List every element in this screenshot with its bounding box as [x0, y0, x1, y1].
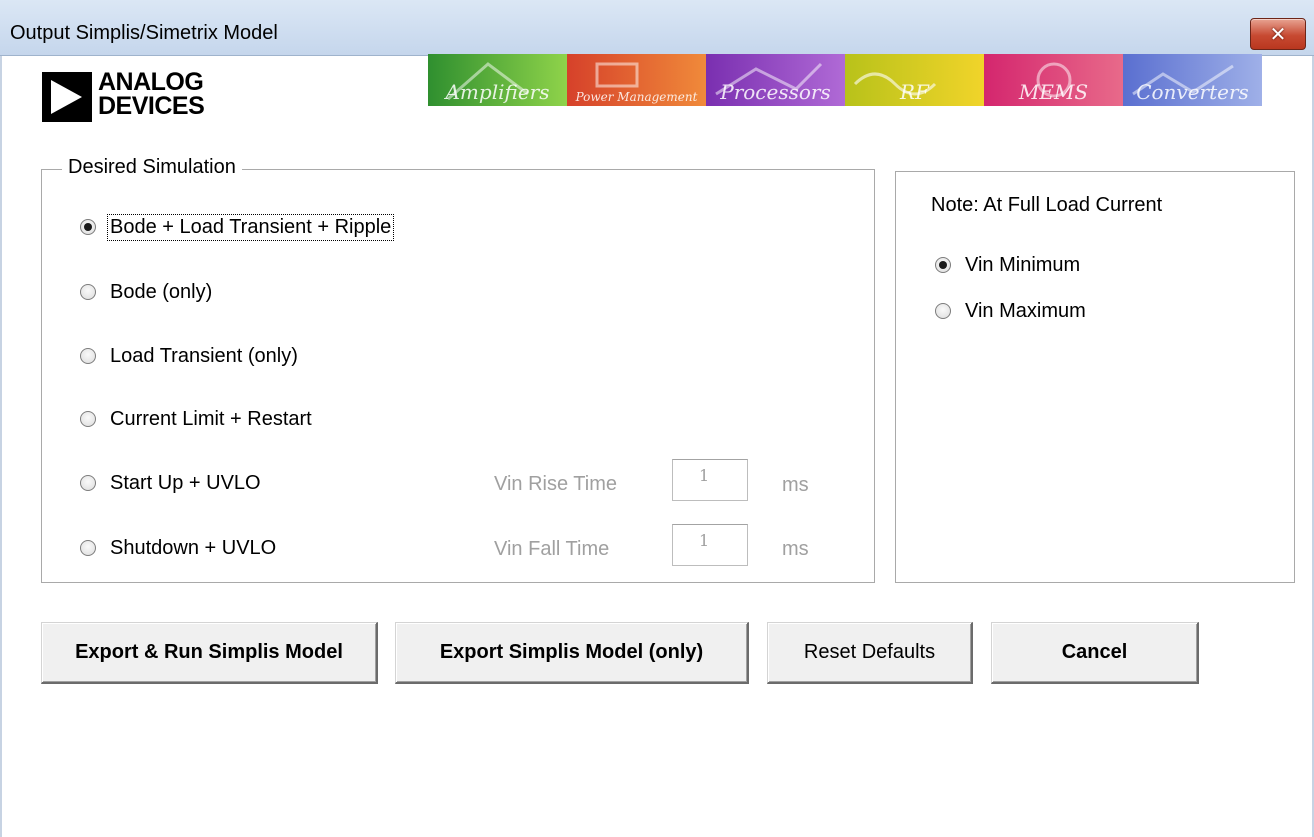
- radio-load-transient-only[interactable]: Load Transient (only): [80, 341, 298, 371]
- logo-triangle-icon: [42, 72, 92, 122]
- vin-fall-time-input[interactable]: 1: [672, 524, 748, 566]
- radio-checked-icon[interactable]: [935, 257, 951, 273]
- reset-defaults-button[interactable]: Reset Defaults: [767, 622, 973, 684]
- product-banner: Amplifiers Power Management Processors R…: [428, 54, 1262, 106]
- banner-label-power: Power Management: [575, 90, 698, 104]
- radio-unchecked-icon[interactable]: [80, 411, 96, 427]
- window-border-left: [0, 56, 2, 837]
- analog-devices-logo: ANALOG DEVICES: [42, 70, 242, 122]
- logo-text: ANALOG DEVICES: [98, 68, 205, 120]
- banner-label-amplifiers: Amplifiers: [445, 80, 550, 104]
- desired-simulation-legend: Desired Simulation: [62, 156, 242, 179]
- radio-label: Current Limit + Restart: [110, 407, 312, 430]
- radio-label: Load Transient (only): [110, 344, 298, 367]
- radio-bode-load-ripple[interactable]: Bode + Load Transient + Ripple: [80, 212, 395, 242]
- banner-label-converters: Converters: [1136, 80, 1249, 104]
- radio-unchecked-icon[interactable]: [80, 348, 96, 364]
- title-bar: Output Simplis/Simetrix Model ✕: [0, 0, 1314, 56]
- vin-rise-time-unit: ms: [782, 474, 809, 496]
- vin-fall-time-label: Vin Fall Time: [494, 538, 610, 560]
- close-icon: ✕: [1269, 22, 1287, 46]
- radio-vin-minimum[interactable]: Vin Minimum: [935, 250, 1080, 280]
- banner-label-processors: Processors: [720, 80, 831, 104]
- radio-label: Vin Maximum: [965, 299, 1086, 322]
- radio-label: Bode + Load Transient + Ripple: [107, 213, 395, 241]
- banner-label-rf: RF: [900, 80, 929, 104]
- export-only-button[interactable]: Export Simplis Model (only): [395, 622, 749, 684]
- full-load-note: Note: At Full Load Current: [931, 194, 1163, 216]
- logo-line-2: DEVICES: [98, 92, 205, 120]
- radio-current-limit-restart[interactable]: Current Limit + Restart: [80, 404, 312, 434]
- radio-vin-maximum[interactable]: Vin Maximum: [935, 296, 1086, 326]
- radio-unchecked-icon[interactable]: [80, 475, 96, 491]
- banner-segment-processors: Processors: [706, 54, 845, 106]
- vin-rise-time-input[interactable]: 1: [672, 459, 748, 501]
- cancel-button[interactable]: Cancel: [991, 622, 1199, 684]
- banner-segment-converters: Converters: [1123, 54, 1262, 106]
- radio-unchecked-icon[interactable]: [80, 540, 96, 556]
- radio-label: Shutdown + UVLO: [110, 536, 277, 559]
- window-title: Output Simplis/Simetrix Model: [10, 22, 278, 44]
- radio-unchecked-icon[interactable]: [80, 284, 96, 300]
- export-run-button[interactable]: Export & Run Simplis Model: [41, 622, 378, 684]
- banner-label-mems: MEMS: [1018, 80, 1089, 104]
- banner-segment-rf: RF: [845, 54, 984, 106]
- close-button[interactable]: ✕: [1250, 18, 1306, 50]
- radio-startup-uvlo[interactable]: Start Up + UVLO: [80, 468, 261, 498]
- logo-line-1: ANALOG: [98, 68, 204, 96]
- vin-rise-time-label: Vin Rise Time: [494, 473, 618, 495]
- radio-shutdown-uvlo[interactable]: Shutdown + UVLO: [80, 533, 276, 563]
- vin-fall-time-unit: ms: [782, 538, 809, 560]
- radio-unchecked-icon[interactable]: [935, 303, 951, 319]
- banner-segment-amplifiers: Amplifiers: [428, 54, 567, 106]
- radio-label: Vin Minimum: [965, 253, 1081, 276]
- load-condition-group: [895, 171, 1295, 583]
- banner-segment-power: Power Management: [567, 54, 706, 106]
- radio-checked-icon[interactable]: [80, 219, 96, 235]
- radio-label: Bode (only): [110, 280, 213, 303]
- banner-segment-mems: MEMS: [984, 54, 1123, 106]
- radio-bode-only[interactable]: Bode (only): [80, 277, 212, 307]
- radio-label: Start Up + UVLO: [110, 471, 261, 494]
